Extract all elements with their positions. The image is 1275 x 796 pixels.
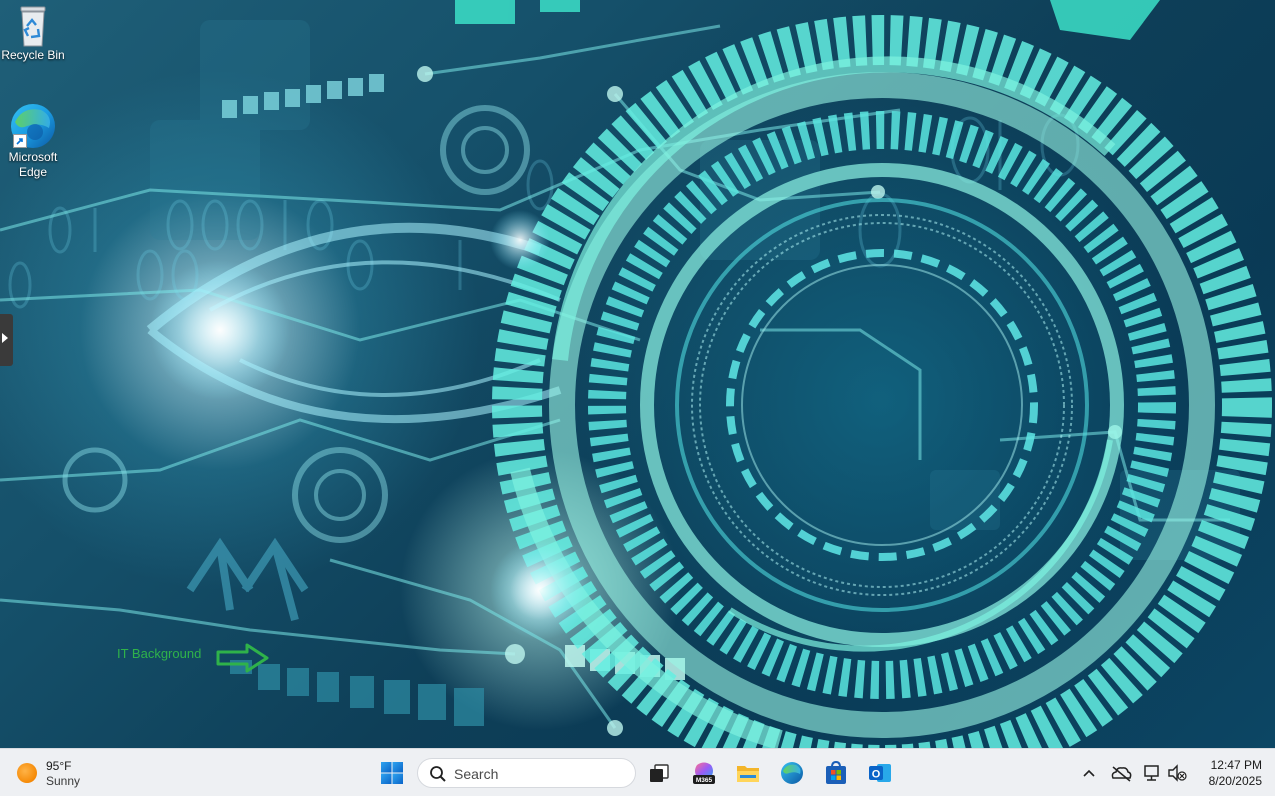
network-tray-button[interactable] [1140, 755, 1164, 791]
chevron-up-icon [1083, 769, 1095, 777]
clock-date-button[interactable]: 12:47 PM 8/20/2025 [1196, 757, 1262, 789]
annotation-label: IT Background [117, 646, 202, 661]
microsoft-edge-label: Microsoft Edge [8, 150, 58, 179]
weather-temperature: 95°F [46, 759, 72, 773]
task-view-button[interactable] [641, 755, 677, 791]
show-hidden-icons-button[interactable] [1078, 755, 1100, 791]
taskbar: 95°F Sunny Search M365 O 12:47 PM 8/20/2… [0, 748, 1275, 796]
desktop-icon-recycle-bin[interactable]: Recycle Bin [1, 4, 65, 63]
outlook-letter: O [872, 769, 881, 781]
expand-arrow-icon [2, 333, 8, 343]
tech-circles-wallpaper [0, 0, 1272, 748]
microsoft-365-button[interactable]: M365 [686, 755, 722, 791]
store-icon [826, 761, 846, 784]
clock-date: 8/20/2025 [1208, 774, 1262, 788]
edge-icon [11, 104, 55, 148]
windows-logo-icon [381, 762, 403, 784]
search-placeholder: Search [454, 766, 499, 782]
side-panel-expand-tab[interactable] [0, 314, 13, 366]
volume-tray-button[interactable] [1166, 755, 1190, 791]
start-button[interactable] [374, 755, 410, 791]
weather-widget[interactable]: 95°F Sunny [14, 757, 114, 789]
m365-badge: M365 [696, 777, 713, 784]
weather-condition: Sunny [46, 774, 81, 788]
desktop-icon-microsoft-edge[interactable]: Microsoft Edge [1, 104, 65, 180]
outlook-button[interactable]: O [862, 755, 898, 791]
clock-time: 12:47 PM [1210, 758, 1262, 772]
outlook-icon: O [869, 764, 891, 782]
taskbar-search-box[interactable]: Search [417, 758, 636, 788]
m365-icon: M365 [693, 762, 715, 784]
sun-icon [17, 763, 37, 783]
arrow-right-outline-icon [216, 643, 269, 673]
microsoft-store-button[interactable] [818, 755, 854, 791]
onedrive-offline-icon [1111, 766, 1132, 782]
recycle-bin-icon [13, 4, 53, 47]
desktop-wallpaper: Recycle Bin Microsoft Edge IT Background [0, 0, 1275, 748]
shortcut-arrow-icon [13, 134, 27, 148]
recycle-bin-label: Recycle Bin [1, 48, 65, 62]
folder-icon [737, 766, 759, 782]
onedrive-tray-button[interactable] [1108, 755, 1134, 791]
edge-taskbar-button[interactable] [774, 755, 810, 791]
file-explorer-button[interactable] [730, 755, 766, 791]
edge-icon [781, 762, 803, 784]
search-icon [430, 766, 446, 782]
volume-muted-icon [1168, 764, 1187, 782]
network-icon [1144, 765, 1159, 781]
task-view-icon [650, 764, 669, 782]
